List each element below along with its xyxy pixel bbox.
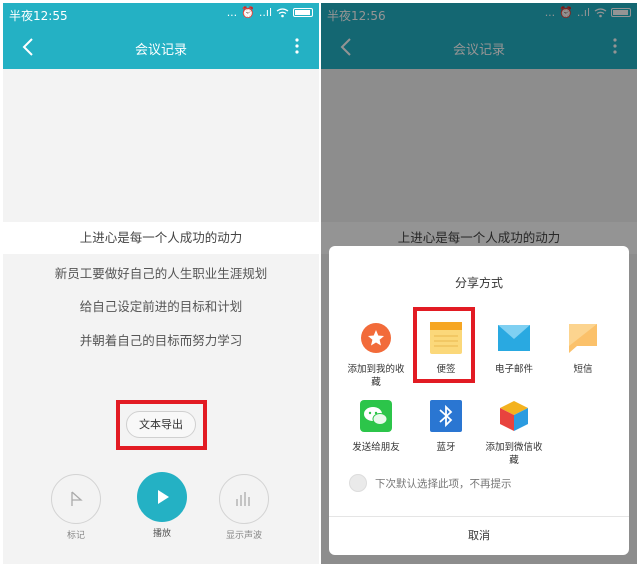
remember-choice-label: 下次默认选择此项，不再提示 — [375, 477, 512, 490]
waveform-icon — [236, 492, 250, 506]
divider — [329, 516, 629, 517]
share-option-label: 添加到微信收藏 — [485, 442, 543, 466]
waveform-control[interactable]: 显示声波 — [216, 474, 272, 541]
play-button[interactable] — [137, 472, 187, 522]
favorite-star-icon — [359, 321, 393, 355]
bluetooth-icon — [429, 399, 463, 433]
share-option-label: 添加到我的收藏 — [347, 364, 405, 388]
play-control[interactable]: 播放 — [136, 472, 188, 539]
share-option-sms[interactable]: 短信 — [550, 321, 616, 376]
alarm-icon: ⏰ — [241, 6, 255, 19]
waveform-label: 显示声波 — [225, 531, 262, 541]
share-option-email[interactable]: 电子邮件 — [481, 321, 547, 376]
more-vertical-icon — [295, 38, 299, 54]
highlight-box — [413, 307, 475, 383]
mark-button[interactable] — [51, 474, 101, 524]
recording-screen: 会议记录 半夜12:55 ... ⏰ ..ıl 上进心是每一个人成功的动力 新员… — [3, 3, 319, 564]
flag-icon — [71, 491, 83, 506]
lyric-line[interactable]: 并朝着自己的目标而努力学习 — [3, 330, 319, 349]
remember-choice-radio[interactable] — [349, 474, 367, 492]
share-option-bluetooth[interactable]: 蓝牙 — [413, 399, 479, 454]
remember-choice-row[interactable]: 下次默认选择此项，不再提示 — [349, 474, 512, 492]
share-sheet-title: 分享方式 — [454, 276, 503, 290]
lyric-line[interactable]: 给自己设定前进的目标和计划 — [3, 296, 319, 315]
status-time: 半夜12:55 — [9, 9, 68, 23]
cancel-button[interactable]: 取消 — [329, 527, 629, 543]
waveform-button[interactable] — [219, 474, 269, 524]
signal-icon: ..ıl — [258, 6, 272, 19]
share-option-favorites[interactable]: 添加到我的收藏 — [343, 321, 409, 389]
sms-icon — [566, 321, 600, 355]
email-icon — [497, 321, 531, 355]
share-option-label: 发送给朋友 — [352, 442, 400, 453]
play-label: 播放 — [152, 529, 171, 539]
share-screen: 会议记录 半夜12:56 ... ⏰ ..ıl 上进心是每一个人成功的动力 分享… — [321, 3, 637, 564]
share-option-label: 电子邮件 — [494, 364, 533, 375]
wifi-icon — [276, 7, 289, 17]
mark-label: 标记 — [66, 531, 85, 541]
share-option-wechat-favorites[interactable]: 添加到微信收藏 — [481, 399, 547, 467]
wechat-icon — [359, 399, 393, 433]
notification-dots: ... — [226, 6, 238, 19]
play-icon — [158, 490, 169, 504]
wechat-favorite-cube-icon — [497, 399, 531, 433]
highlight-box — [116, 400, 207, 450]
battery-icon — [293, 8, 313, 17]
share-option-label: 蓝牙 — [436, 442, 456, 453]
lyric-line-active[interactable]: 上进心是每一个人成功的动力 — [3, 222, 319, 254]
share-sheet: 分享方式 添加到我的收藏 便签 电子邮件 短信 发送给朋友 蓝牙 添加到微信收藏… — [329, 246, 629, 555]
mark-control[interactable]: 标记 — [51, 474, 101, 541]
lyric-line[interactable]: 新员工要做好自己的人生职业生涯规划 — [3, 263, 319, 282]
share-option-wechat-friend[interactable]: 发送给朋友 — [343, 399, 409, 454]
page-title: 会议记录 — [134, 43, 187, 58]
more-menu-button[interactable] — [293, 37, 301, 55]
share-option-label: 短信 — [573, 364, 593, 375]
status-bar: 半夜12:55 ... ⏰ ..ıl — [3, 3, 319, 25]
